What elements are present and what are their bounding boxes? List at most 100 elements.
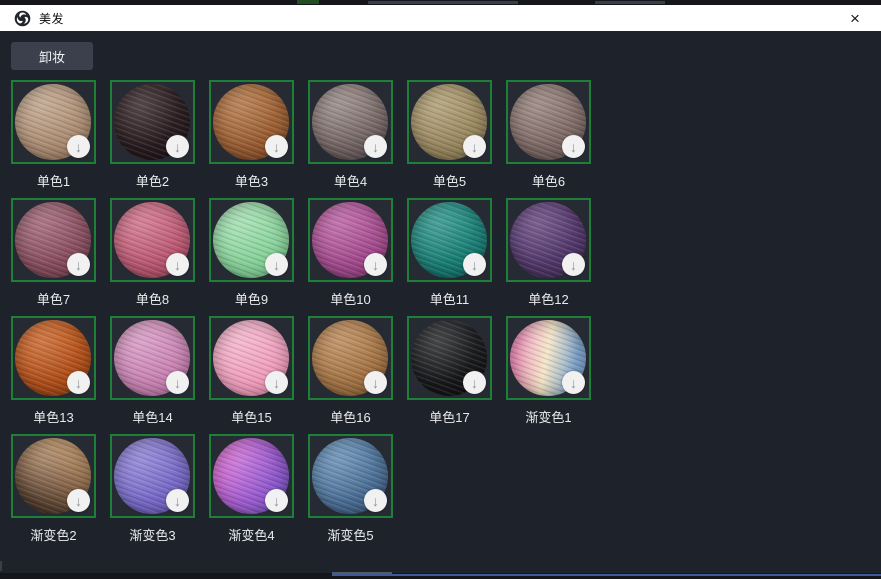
dialog-titlebar: 美发 × [0, 5, 881, 31]
tile-label: 单色15 [209, 407, 294, 426]
download-icon[interactable]: ↓ [562, 253, 585, 276]
screen: 美发 × 卸妆 ↓ 单色1 ↓ 单色2 ↓ 单色3 [0, 0, 881, 579]
download-icon[interactable]: ↓ [67, 371, 90, 394]
download-arrow-glyph: ↓ [372, 140, 379, 154]
hair-style-grid: ↓ 单色1 ↓ 单色2 ↓ 单色3 ↓ 单色4 [11, 80, 881, 544]
hair-style-cell: ↓ 单色8 [110, 198, 195, 308]
tile-label: 单色7 [11, 289, 96, 308]
hair-style-tile[interactable]: ↓ [407, 80, 492, 164]
download-arrow-glyph: ↓ [471, 376, 478, 390]
download-arrow-glyph: ↓ [174, 140, 181, 154]
background-window-artifact [0, 561, 2, 571]
background-window-artifact [595, 1, 665, 4]
hair-style-tile[interactable]: ↓ [110, 198, 195, 282]
tile-label: 单色17 [407, 407, 492, 426]
hair-style-tile[interactable]: ↓ [11, 434, 96, 518]
hair-style-tile[interactable]: ↓ [11, 80, 96, 164]
hair-style-tile[interactable]: ↓ [506, 316, 591, 400]
hair-style-cell: ↓ 渐变色1 [506, 316, 591, 426]
hair-style-tile[interactable]: ↓ [110, 434, 195, 518]
download-arrow-glyph: ↓ [174, 376, 181, 390]
tile-label: 单色2 [110, 171, 195, 190]
download-icon[interactable]: ↓ [67, 253, 90, 276]
tile-label: 单色5 [407, 171, 492, 190]
download-icon[interactable]: ↓ [265, 371, 288, 394]
obs-logo-icon [14, 10, 31, 27]
download-icon[interactable]: ↓ [67, 489, 90, 512]
download-icon[interactable]: ↓ [67, 135, 90, 158]
download-icon[interactable]: ↓ [166, 489, 189, 512]
download-icon[interactable]: ↓ [562, 135, 585, 158]
close-icon[interactable]: × [845, 8, 865, 28]
download-icon[interactable]: ↓ [463, 135, 486, 158]
hair-style-tile[interactable]: ↓ [110, 316, 195, 400]
hair-style-cell: ↓ 单色12 [506, 198, 591, 308]
tile-label: 单色9 [209, 289, 294, 308]
download-arrow-glyph: ↓ [75, 376, 82, 390]
download-icon[interactable]: ↓ [265, 489, 288, 512]
tile-label: 单色4 [308, 171, 393, 190]
hair-style-cell: ↓ 单色5 [407, 80, 492, 190]
tile-label: 渐变色2 [11, 525, 96, 544]
hair-style-cell: ↓ 单色10 [308, 198, 393, 308]
hair-style-tile[interactable]: ↓ [209, 316, 294, 400]
hair-style-cell: ↓ 单色6 [506, 80, 591, 190]
download-arrow-glyph: ↓ [372, 258, 379, 272]
hair-style-tile[interactable]: ↓ [506, 80, 591, 164]
tile-label: 渐变色4 [209, 525, 294, 544]
download-icon[interactable]: ↓ [463, 371, 486, 394]
remove-makeup-button[interactable]: 卸妆 [11, 42, 93, 70]
download-icon[interactable]: ↓ [364, 253, 387, 276]
download-arrow-glyph: ↓ [570, 140, 577, 154]
hair-style-tile[interactable]: ↓ [11, 198, 96, 282]
dialog-body: 卸妆 ↓ 单色1 ↓ 单色2 ↓ 单色3 ↓ [0, 31, 881, 573]
tile-label: 单色1 [11, 171, 96, 190]
background-window-artifact [297, 0, 319, 4]
download-arrow-glyph: ↓ [273, 140, 280, 154]
download-icon[interactable]: ↓ [463, 253, 486, 276]
download-icon[interactable]: ↓ [166, 253, 189, 276]
download-arrow-glyph: ↓ [570, 376, 577, 390]
hair-style-tile[interactable]: ↓ [506, 198, 591, 282]
background-window-artifact [368, 1, 518, 4]
hair-style-cell: ↓ 渐变色4 [209, 434, 294, 544]
hair-style-cell: ↓ 单色15 [209, 316, 294, 426]
background-window-artifact [332, 574, 881, 576]
download-icon[interactable]: ↓ [265, 135, 288, 158]
hair-style-tile[interactable]: ↓ [407, 198, 492, 282]
hair-style-tile[interactable]: ↓ [308, 316, 393, 400]
tile-label: 单色8 [110, 289, 195, 308]
download-icon[interactable]: ↓ [562, 371, 585, 394]
download-icon[interactable]: ↓ [166, 371, 189, 394]
hair-style-cell: ↓ 单色1 [11, 80, 96, 190]
hair-style-tile[interactable]: ↓ [308, 198, 393, 282]
download-icon[interactable]: ↓ [364, 489, 387, 512]
download-arrow-glyph: ↓ [75, 494, 82, 508]
download-icon[interactable]: ↓ [364, 371, 387, 394]
hair-style-tile[interactable]: ↓ [11, 316, 96, 400]
hair-style-cell: ↓ 单色4 [308, 80, 393, 190]
tile-label: 单色12 [506, 289, 591, 308]
hair-style-tile[interactable]: ↓ [110, 80, 195, 164]
tile-label: 单色14 [110, 407, 195, 426]
hair-style-cell: ↓ 单色7 [11, 198, 96, 308]
download-arrow-glyph: ↓ [273, 258, 280, 272]
download-icon[interactable]: ↓ [265, 253, 288, 276]
download-arrow-glyph: ↓ [273, 376, 280, 390]
tile-label: 单色10 [308, 289, 393, 308]
download-arrow-glyph: ↓ [75, 140, 82, 154]
tile-label: 单色16 [308, 407, 393, 426]
hair-style-tile[interactable]: ↓ [407, 316, 492, 400]
download-icon[interactable]: ↓ [166, 135, 189, 158]
hair-style-tile[interactable]: ↓ [308, 434, 393, 518]
hair-style-cell: ↓ 单色16 [308, 316, 393, 426]
tile-label: 单色3 [209, 171, 294, 190]
hair-style-tile[interactable]: ↓ [209, 434, 294, 518]
hair-style-cell: ↓ 单色17 [407, 316, 492, 426]
hair-style-tile[interactable]: ↓ [308, 80, 393, 164]
download-icon[interactable]: ↓ [364, 135, 387, 158]
hair-style-tile[interactable]: ↓ [209, 80, 294, 164]
tile-label: 渐变色1 [506, 407, 591, 426]
hair-style-tile[interactable]: ↓ [209, 198, 294, 282]
hair-style-cell: ↓ 单色11 [407, 198, 492, 308]
